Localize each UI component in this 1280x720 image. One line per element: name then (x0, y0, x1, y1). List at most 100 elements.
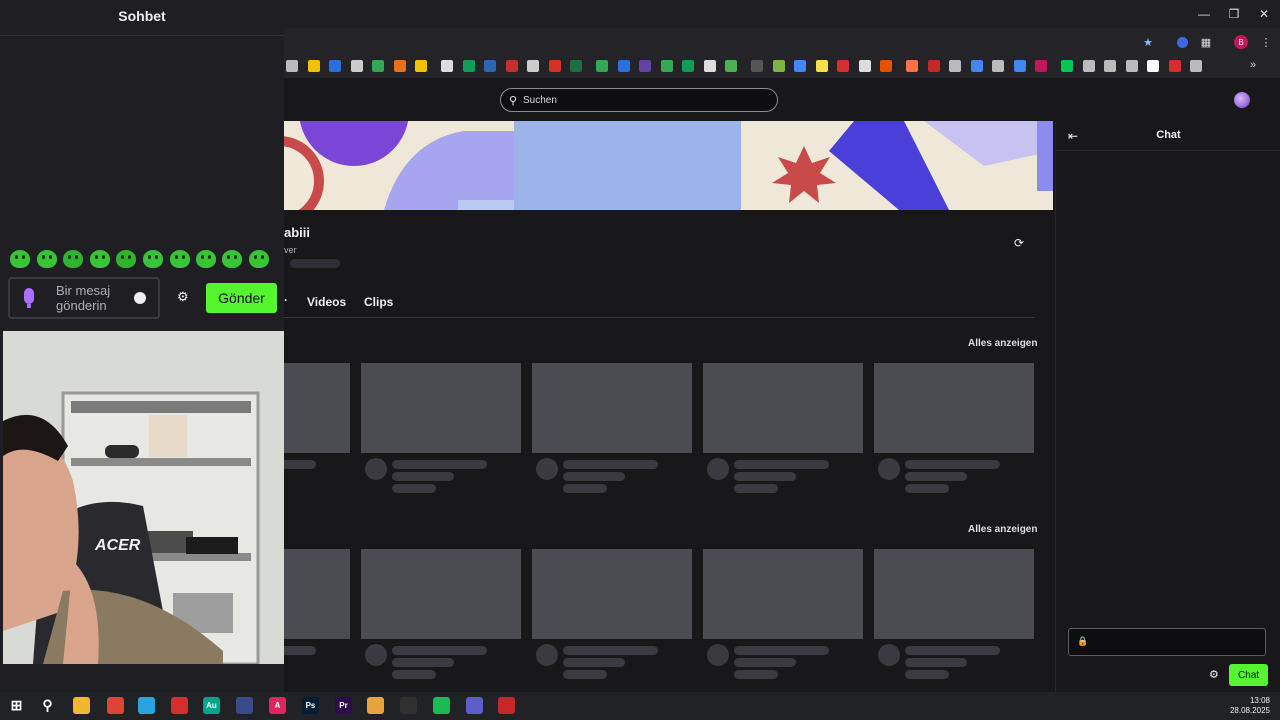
video-thumbnail-placeholder[interactable] (532, 549, 692, 639)
microphone-icon[interactable] (24, 288, 34, 308)
show-all-link[interactable]: Alles anzeigen (968, 524, 1037, 535)
tab-videos[interactable]: Videos (307, 295, 346, 309)
bookmark-favicon-icon[interactable] (415, 60, 427, 72)
audition-icon[interactable]: Au (203, 697, 220, 714)
system-clock[interactable]: 13:08 28.08.2025 (1230, 696, 1270, 716)
more-bookmarks-icon[interactable]: » (1250, 59, 1256, 71)
emote-icon[interactable] (143, 250, 163, 268)
emote-icon[interactable] (196, 250, 216, 268)
gear-icon[interactable]: ⚙ (1209, 668, 1219, 681)
chrome-icon[interactable] (107, 697, 124, 714)
bookmark-favicon-icon[interactable] (751, 60, 763, 72)
emote-icon[interactable] (222, 250, 242, 268)
bookmark-favicon-icon[interactable] (906, 60, 918, 72)
bookmark-favicon-icon[interactable] (639, 60, 651, 72)
app-icon[interactable] (367, 697, 384, 714)
emoji-picker-icon[interactable] (134, 292, 146, 304)
extension-icon[interactable] (1174, 34, 1190, 50)
bookmark-favicon-icon[interactable] (1147, 60, 1159, 72)
bookmark-favicon-icon[interactable] (462, 60, 475, 72)
video-thumbnail-placeholder[interactable] (532, 363, 692, 453)
bookmark-favicon-icon[interactable] (725, 60, 737, 72)
emote-icon[interactable] (63, 250, 83, 268)
bookmark-favicon-icon[interactable] (570, 60, 582, 72)
show-all-link[interactable]: Alles anzeigen (968, 338, 1037, 349)
bookmark-favicon-icon[interactable] (794, 60, 806, 72)
profile-avatar[interactable]: B (1233, 34, 1249, 50)
teams-icon[interactable] (466, 697, 483, 714)
chat-input[interactable]: 🔒 (1068, 628, 1266, 656)
bookmark-favicon-icon[interactable] (858, 60, 871, 72)
chat-send-button[interactable]: Chat (1229, 664, 1268, 686)
winrar-icon[interactable] (498, 697, 515, 714)
share-icon[interactable]: ⟳ (1014, 236, 1024, 250)
bookmark-favicon-icon[interactable] (703, 60, 716, 72)
emote-icon[interactable] (37, 250, 57, 268)
opera-icon[interactable] (171, 697, 188, 714)
bookmark-favicon-icon[interactable] (596, 60, 608, 72)
affinity-icon[interactable] (236, 697, 253, 714)
bookmark-favicon-icon[interactable] (880, 60, 892, 72)
bookmark-favicon-icon[interactable] (329, 60, 341, 72)
bookmark-favicon-icon[interactable] (350, 60, 363, 72)
bookmark-favicon-icon[interactable] (1104, 60, 1116, 72)
bookmark-favicon-icon[interactable] (307, 60, 320, 72)
bookmark-favicon-icon[interactable] (992, 60, 1004, 72)
video-thumbnail-placeholder[interactable] (874, 549, 1034, 639)
gear-icon[interactable]: ⚙ (177, 289, 189, 305)
bookmark-favicon-icon[interactable] (837, 60, 849, 72)
emote-icon[interactable] (10, 250, 30, 268)
bookmark-favicon-icon[interactable] (393, 60, 406, 72)
file-explorer-icon[interactable] (73, 697, 90, 714)
bookmark-favicon-icon[interactable] (815, 60, 828, 72)
photoshop-icon[interactable]: Ps (302, 697, 319, 714)
bookmark-favicon-icon[interactable] (441, 60, 453, 72)
bookmark-favicon-icon[interactable] (682, 60, 694, 72)
bookmark-favicon-icon[interactable] (970, 60, 983, 72)
bookmark-favicon-icon[interactable] (617, 60, 630, 72)
bookmark-favicon-icon[interactable] (1125, 60, 1138, 72)
video-thumbnail-placeholder[interactable] (703, 363, 863, 453)
windows-start-icon[interactable]: ⊞ (8, 697, 25, 714)
emote-icon[interactable] (90, 250, 110, 268)
video-thumbnail-placeholder[interactable] (361, 363, 521, 453)
bookmark-favicon-icon[interactable] (286, 60, 298, 72)
bookmark-favicon-icon[interactable] (772, 60, 785, 72)
minimize-icon[interactable]: — (1190, 4, 1218, 24)
user-avatar[interactable] (1234, 92, 1250, 108)
bookmark-favicon-icon[interactable] (1168, 60, 1181, 72)
close-icon[interactable]: ✕ (1250, 4, 1278, 24)
bookmark-star-icon[interactable]: ★ (1140, 34, 1156, 50)
send-button[interactable]: Gönder (206, 283, 277, 313)
spotify-icon[interactable] (433, 697, 450, 714)
acrobat-icon[interactable]: A (269, 697, 286, 714)
bookmark-favicon-icon[interactable] (1013, 60, 1026, 72)
bookmark-favicon-icon[interactable] (484, 60, 496, 72)
puzzle-icon[interactable]: ▦ (1198, 34, 1214, 50)
bookmark-favicon-icon[interactable] (660, 60, 673, 72)
obs-icon[interactable] (400, 697, 417, 714)
telegram-icon[interactable] (138, 697, 155, 714)
bookmark-favicon-icon[interactable] (1082, 60, 1095, 72)
video-thumbnail-placeholder[interactable] (703, 549, 863, 639)
menu-icon[interactable]: ⋮ (1258, 34, 1274, 50)
tab-clips[interactable]: Clips (364, 295, 393, 309)
message-input[interactable]: Bir mesaj gönderin (8, 277, 160, 319)
restore-icon[interactable]: ❐ (1220, 4, 1248, 24)
bookmark-favicon-icon[interactable] (1190, 60, 1202, 72)
premiere-icon[interactable]: Pr (335, 697, 352, 714)
bookmark-favicon-icon[interactable] (548, 60, 561, 72)
bookmark-favicon-icon[interactable] (1061, 60, 1073, 72)
video-thumbnail-placeholder[interactable] (361, 549, 521, 639)
bookmark-favicon-icon[interactable] (1035, 60, 1047, 72)
emote-icon[interactable] (249, 250, 269, 268)
search-input[interactable]: ⚲ Suchen (500, 88, 778, 112)
bookmark-favicon-icon[interactable] (372, 60, 384, 72)
bookmark-favicon-icon[interactable] (927, 60, 940, 72)
bookmark-favicon-icon[interactable] (949, 60, 961, 72)
emote-icon[interactable] (170, 250, 190, 268)
video-thumbnail-placeholder[interactable] (874, 363, 1034, 453)
bookmark-favicon-icon[interactable] (527, 60, 539, 72)
emote-icon[interactable] (116, 250, 136, 268)
search-icon[interactable]: ⚲ (39, 697, 56, 714)
